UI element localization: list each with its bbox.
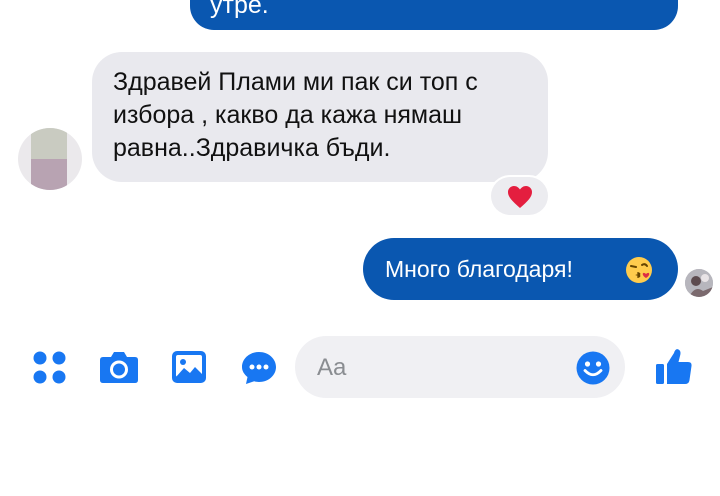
outgoing-message-text: утре. [210,0,269,19]
gallery-button[interactable] [171,350,207,384]
menu-dots-button[interactable] [33,351,66,384]
incoming-message-bubble[interactable]: Здравей Плами ми пак си топ с избора , к… [92,52,548,182]
voice-message-button[interactable] [241,351,277,385]
incoming-message-text: Здравей Плами ми пак си топ с избора , к… [113,68,478,162]
outgoing-message-bubble[interactable]: Много благодаря! [363,238,678,300]
message-composer[interactable] [295,336,625,400]
outgoing-message-bubble-top[interactable]: утре. [190,0,678,30]
emoji-icon[interactable] [576,351,610,385]
menu-dots-icon [33,351,66,384]
voice-message-icon [242,352,276,384]
message-input[interactable] [315,336,569,400]
gallery-icon [172,351,206,383]
like-button[interactable] [655,347,693,385]
camera-icon [100,352,138,383]
sender-avatar[interactable] [18,128,82,190]
heart-icon [508,186,532,208]
camera-button[interactable] [99,350,139,384]
seen-avatar [685,269,713,297]
kiss-emoji-icon [626,257,652,283]
message-reaction[interactable] [491,177,548,215]
outgoing-message-text: Много благодаря! [385,256,573,282]
like-icon [656,349,692,384]
